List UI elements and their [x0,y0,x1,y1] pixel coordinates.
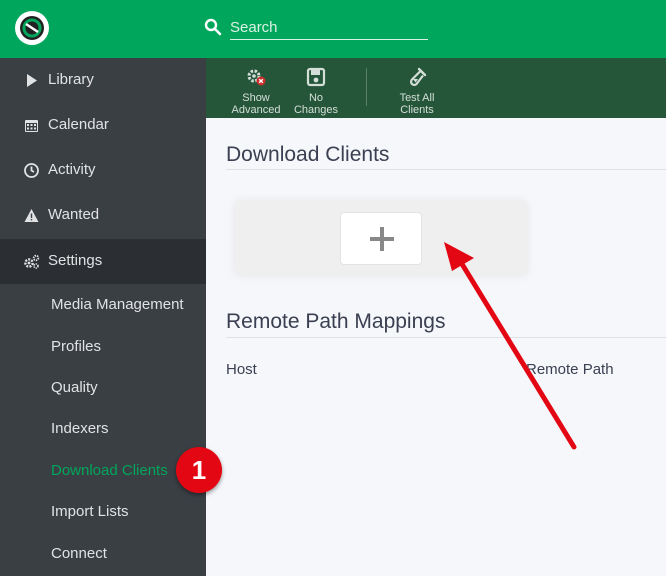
settings-item-profiles[interactable]: Profiles [0,326,206,367]
column-header-remote-path: Remote Path [526,361,614,378]
column-header-host: Host [226,361,257,378]
add-download-client-button[interactable] [340,212,422,265]
sidebar-item-settings[interactable]: Settings [0,239,206,284]
settings-item-label: Connect [51,545,107,562]
sidebar-item-label: Library [48,71,94,88]
show-advanced-label: Show Advanced [231,92,281,116]
settings-item-quality[interactable]: Quality [0,367,206,408]
download-clients-heading: Download Clients [226,143,390,166]
calendar-icon [25,120,38,132]
test-all-clients-label: Test All Clients [399,92,435,116]
test-tube-icon [409,67,427,87]
save-changes-button[interactable]: No Changes [286,66,346,116]
show-advanced-button[interactable]: Show Advanced [226,66,286,116]
section-divider [226,169,666,170]
settings-item-label: Import Lists [51,503,129,520]
settings-item-label: Profiles [51,338,102,355]
settings-item-label: Download Clients [51,462,168,479]
sidebar-item-library[interactable]: Library [0,58,206,103]
no-changes-label: No Changes [293,92,339,116]
settings-item-indexers[interactable]: Indexers [0,408,206,449]
sidebar-item-label: Settings [48,252,103,269]
add-client-card [235,201,527,275]
warning-icon [24,209,39,222]
app-logo[interactable] [15,11,49,45]
sidebar-item-activity[interactable]: Activity [0,148,206,193]
sidebar-item-wanted[interactable]: Wanted [0,193,206,238]
gears-icon [24,254,40,269]
sidebar-item-label: Wanted [48,206,100,223]
main-content: Download Clients Remote Path Mappings Ho… [206,118,666,576]
section-divider [226,337,666,338]
settings-item-import-lists[interactable]: Import Lists [0,491,206,532]
app-header [0,0,666,58]
advanced-settings-icon [247,69,266,86]
sidebar-item-label: Calendar [48,116,109,133]
settings-item-label: Quality [51,379,98,396]
sidebar: Library Calendar Activity Wanted Setting… [0,58,206,576]
remote-path-mappings-heading: Remote Path Mappings [226,310,446,333]
toolbar-separator [366,68,367,106]
settings-item-label: Media Management [51,296,184,313]
sidebar-item-label: Activity [48,161,96,178]
search-icon [204,18,222,36]
annotation-badge: 1 [176,447,222,493]
save-icon [306,67,326,87]
settings-item-connect[interactable]: Connect [0,533,206,574]
page-toolbar: Show Advanced No Changes Test All Client… [206,58,666,118]
test-all-clients-button[interactable]: Test All Clients [387,66,447,116]
plus-icon [370,227,394,251]
clock-icon [24,163,39,178]
sidebar-item-calendar[interactable]: Calendar [0,103,206,148]
search-input[interactable] [230,16,428,40]
settings-item-label: Indexers [51,420,109,437]
play-icon [27,74,37,87]
settings-item-media-management[interactable]: Media Management [0,284,206,325]
